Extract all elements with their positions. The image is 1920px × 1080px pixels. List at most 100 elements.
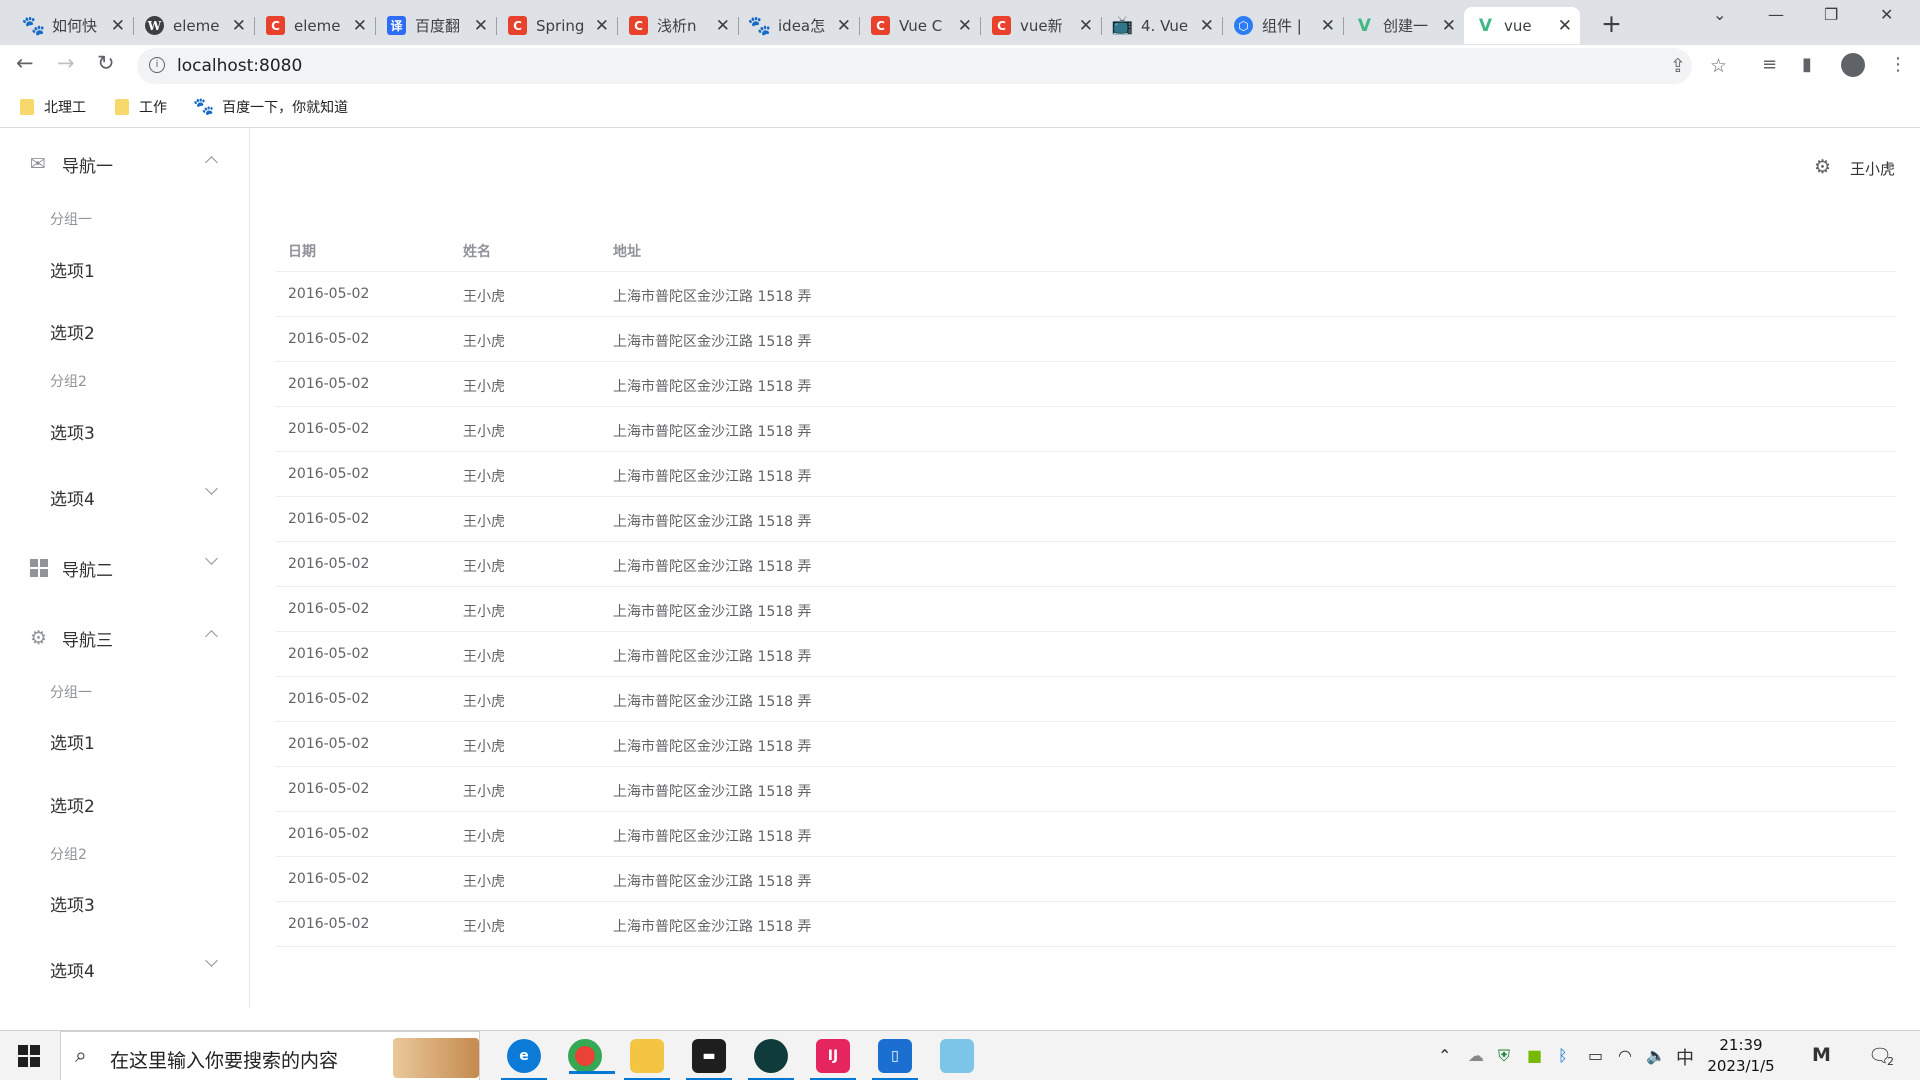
browser-tab[interactable]: C Vue C ✕ [859, 7, 981, 44]
table-row[interactable]: 2016-05-02 王小虎 上海市普陀区金沙江路 1518 弄 [275, 587, 1896, 632]
address-bar[interactable]: i localhost:8080 ⇪ ☆ [137, 48, 1727, 84]
browser-tab[interactable]: 📺 4. Vue ✕ [1101, 7, 1223, 44]
submenu-nav1[interactable]: ✉ 导航一 [0, 135, 249, 191]
share-icon[interactable]: ⇪ [1670, 55, 1686, 77]
submenu-nav3-option4[interactable]: 选项4 [0, 941, 249, 997]
restore-button[interactable]: ❐ [1824, 5, 1838, 24]
tablet-app-icon[interactable]: ▯ [872, 1039, 918, 1080]
table-row[interactable]: 2016-05-02 王小虎 上海市普陀区金沙江路 1518 弄 [275, 902, 1896, 947]
close-tab-icon[interactable]: ✕ [111, 16, 125, 36]
reading-list-icon[interactable]: ≡ [1762, 54, 1777, 75]
document-app-icon[interactable] [940, 1039, 974, 1073]
table-row[interactable]: 2016-05-02 王小虎 上海市普陀区金沙江路 1518 弄 [275, 542, 1896, 587]
ime-indicator[interactable]: 中 [1676, 1044, 1694, 1070]
more-menu-icon[interactable]: ⋮ [1889, 54, 1907, 75]
address-url[interactable]: localhost:8080 [177, 56, 302, 76]
menu-item-label: 选项2 [50, 324, 95, 344]
table-row[interactable]: 2016-05-02 王小虎 上海市普陀区金沙江路 1518 弄 [275, 632, 1896, 677]
browser-tab[interactable]: 🐾 如何快 ✕ [12, 7, 134, 44]
menu-item-nav1-option3[interactable]: 选项3 [0, 403, 249, 459]
new-tab-button[interactable]: + [1601, 9, 1622, 38]
file-explorer-icon[interactable] [624, 1039, 670, 1080]
show-hidden-icons-chevron-icon[interactable]: ⌃ [1438, 1046, 1451, 1065]
close-tab-icon[interactable]: ✕ [1321, 16, 1335, 36]
widget-icon[interactable]: M [1812, 1044, 1831, 1066]
menu-item-nav1-option1[interactable]: 选项1 [0, 241, 249, 297]
profile-avatar-icon[interactable] [1841, 53, 1865, 77]
table-row[interactable]: 2016-05-02 王小虎 上海市普陀区金沙江路 1518 弄 [275, 362, 1896, 407]
bookmark-folder-beiligong[interactable]: 北理工 [20, 97, 86, 117]
browser-tab-active[interactable]: Vvue ✕ [1464, 7, 1580, 44]
table-row[interactable]: 2016-05-02 王小虎 上海市普陀区金沙江路 1518 弄 [275, 452, 1896, 497]
table-row[interactable]: 2016-05-02 王小虎 上海市普陀区金沙江路 1518 弄 [275, 857, 1896, 902]
bookmark-star-icon[interactable]: ☆ [1710, 55, 1727, 77]
close-tab-icon[interactable]: ✕ [1442, 16, 1456, 36]
volume-muted-icon[interactable]: 🔈 [1646, 1046, 1666, 1065]
close-tab-icon[interactable]: ✕ [232, 16, 246, 36]
menu-item-nav3-option1[interactable]: 选项1 [0, 713, 249, 769]
browser-tab[interactable]: V 创建一 ✕ [1343, 7, 1464, 44]
bookmark-folder-work[interactable]: 工作 [115, 97, 167, 117]
table-row[interactable]: 2016-05-02 王小虎 上海市普陀区金沙江路 1518 弄 [275, 677, 1896, 722]
bluetooth-icon[interactable]: ᛒ [1558, 1046, 1568, 1065]
submenu-nav3[interactable]: ⚙ 导航三 [0, 609, 249, 665]
table-row[interactable]: 2016-05-02 王小虎 上海市普陀区金沙江路 1518 弄 [275, 317, 1896, 362]
browser-tab[interactable]: ⬡ 组件 | ✕ [1222, 7, 1344, 44]
table-row[interactable]: 2016-05-02 王小虎 上海市普陀区金沙江路 1518 弄 [275, 722, 1896, 767]
shield-icon[interactable]: ⛨ [1498, 1046, 1510, 1066]
tab-search-chevron-icon[interactable]: ⌄ [1713, 5, 1726, 24]
table-row[interactable]: 2016-05-02 王小虎 上海市普陀区金沙江路 1518 弄 [275, 497, 1896, 542]
table-row[interactable]: 2016-05-02 王小虎 上海市普陀区金沙江路 1518 弄 [275, 272, 1896, 317]
terminal-icon[interactable]: ▬ [686, 1039, 732, 1080]
taskbar-clock[interactable]: 21:39 2023/1/5 [1704, 1035, 1778, 1077]
tab-title: Spring [536, 16, 585, 35]
menu-item-nav1-option2[interactable]: 选项2 [0, 303, 249, 359]
table-row[interactable]: 2016-05-02 王小虎 上海市普陀区金沙江路 1518 弄 [275, 407, 1896, 452]
cloud-icon[interactable]: ☁ [1468, 1046, 1484, 1065]
close-tab-icon[interactable]: ✕ [1200, 16, 1214, 36]
close-tab-icon[interactable]: ✕ [716, 16, 730, 36]
browser-tab[interactable]: Celeme ✕ [254, 7, 376, 44]
close-tab-icon[interactable]: ✕ [353, 16, 367, 36]
reload-icon[interactable]: ↻ [97, 51, 115, 75]
close-tab-icon[interactable]: ✕ [474, 16, 488, 36]
browser-tab[interactable]: C 浅析n ✕ [617, 7, 739, 44]
browser-tab[interactable]: 🐾 idea怎 ✕ [738, 7, 860, 44]
browser-tab[interactable]: 译百度翻 ✕ [375, 7, 497, 44]
menu-item-nav3-option2[interactable]: 选项2 [0, 776, 249, 832]
forward-arrow-icon[interactable]: → [57, 51, 75, 75]
menu-item-nav3-option3[interactable]: 选项3 [0, 875, 249, 931]
close-tab-icon[interactable]: ✕ [1079, 16, 1093, 36]
windows-start-icon[interactable] [18, 1045, 40, 1067]
browser-tab[interactable]: Weleme ✕ [133, 7, 255, 44]
wifi-icon[interactable]: ◠ [1618, 1046, 1632, 1065]
table-row[interactable]: 2016-05-02 王小虎 上海市普陀区金沙江路 1518 弄 [275, 767, 1896, 812]
close-window-button[interactable]: ✕ [1880, 5, 1893, 24]
back-arrow-icon[interactable]: ← [16, 51, 34, 75]
submenu-nav2[interactable]: 导航二 [0, 539, 249, 595]
close-tab-icon[interactable]: ✕ [958, 16, 972, 36]
settings-icon: ⚙ [30, 627, 48, 649]
close-tab-icon[interactable]: ✕ [837, 16, 851, 36]
app-circle-icon[interactable] [748, 1039, 794, 1080]
folder-icon [20, 99, 34, 115]
minimize-button[interactable]: — [1768, 5, 1784, 24]
taskbar-search-box[interactable]: ⌕ 在这里输入你要搜索的内容 [60, 1031, 480, 1080]
cell-name: 王小虎 [463, 604, 505, 620]
site-info-icon[interactable]: i [149, 57, 165, 73]
close-tab-icon[interactable]: ✕ [1558, 16, 1572, 36]
close-tab-icon[interactable]: ✕ [595, 16, 609, 36]
nvidia-icon[interactable]: ■ [1527, 1046, 1542, 1065]
intellij-idea-icon[interactable]: IJ [810, 1039, 856, 1080]
edge-browser-icon[interactable]: e [501, 1039, 547, 1080]
table-row[interactable]: 2016-05-02 王小虎 上海市普陀区金沙江路 1518 弄 [275, 812, 1896, 857]
battery-icon[interactable]: ▭ [1588, 1046, 1603, 1065]
settings-icon[interactable]: ⚙ [1814, 156, 1831, 178]
bookmark-label: 百度一下，你就知道 [222, 100, 349, 116]
chrome-browser-icon[interactable] [568, 1039, 615, 1074]
bookmark-baidu[interactable]: 🐾 百度一下，你就知道 [193, 97, 348, 117]
submenu-nav1-option4[interactable]: 选项4 [0, 469, 249, 525]
browser-tab[interactable]: Cvue新 ✕ [980, 7, 1102, 44]
browser-tab[interactable]: C Spring ✕ [496, 7, 618, 44]
side-panel-icon[interactable]: ▮ [1802, 54, 1812, 75]
